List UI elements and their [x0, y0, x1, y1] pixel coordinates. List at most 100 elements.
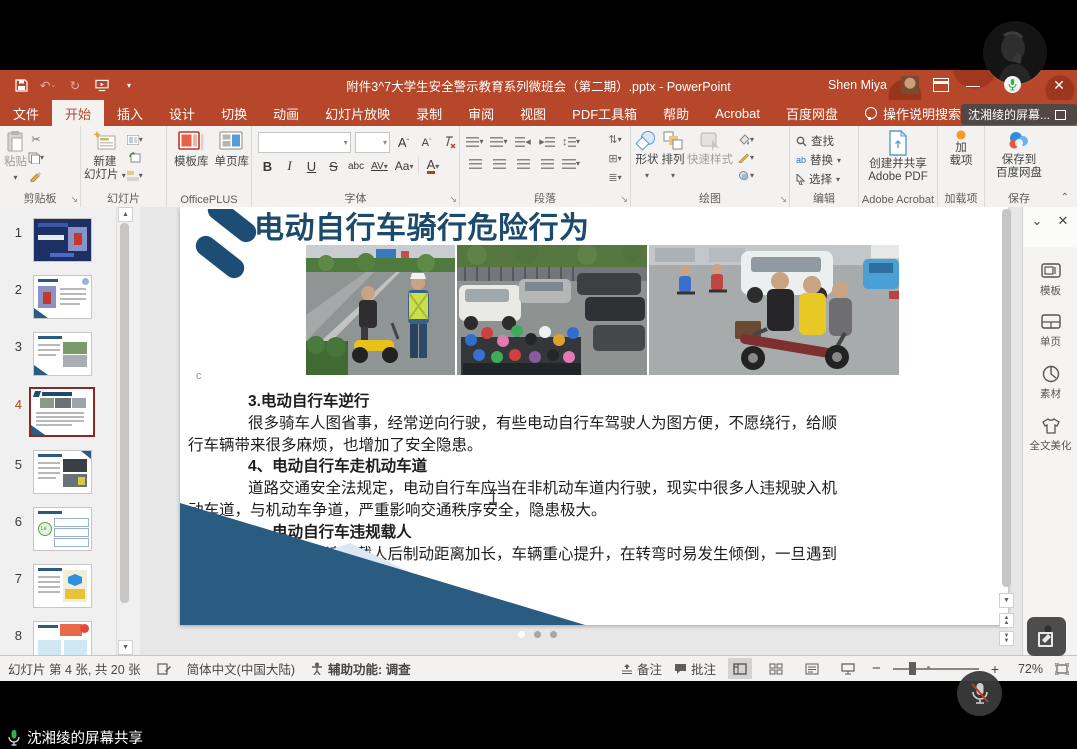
save-icon[interactable] — [14, 78, 28, 92]
tab-acrobat[interactable]: Acrobat — [702, 100, 773, 126]
next-slide-icon[interactable]: ▼▼ — [999, 631, 1014, 646]
section-icon[interactable]: ▾ — [126, 168, 144, 183]
customize-qat-arrow-icon[interactable]: ▾ — [122, 78, 136, 92]
undo-icon[interactable]: ↶⌄ — [41, 78, 55, 92]
bold-button[interactable]: B — [258, 157, 277, 175]
close-button[interactable]: ✕ — [1049, 74, 1069, 96]
redo-icon[interactable]: ↻ — [68, 78, 82, 92]
clear-formatting-button[interactable] — [440, 134, 459, 152]
bullets-icon[interactable]: ▾ — [466, 134, 484, 149]
zoom-out-button[interactable]: − — [872, 660, 881, 677]
shapes-button[interactable]: 形状▾ — [635, 126, 659, 190]
screen-share-pill[interactable]: 沈湘绫的屏幕... — [961, 104, 1077, 125]
slide-layout-icon[interactable]: ▾ — [126, 132, 144, 147]
scroll-up-icon[interactable]: ▲ — [118, 207, 133, 222]
tab-slideshow[interactable]: 幻灯片放映 — [312, 100, 403, 126]
thumbnail-slide-1[interactable] — [33, 218, 92, 262]
find-button[interactable]: 查找 — [796, 133, 858, 149]
account-name[interactable]: Shen Miya — [828, 78, 887, 92]
tab-insert[interactable]: 插入 — [104, 100, 156, 126]
align-center-icon[interactable] — [490, 156, 508, 171]
select-button[interactable]: 选择▾ — [796, 171, 858, 187]
tab-file[interactable]: 文件 — [0, 100, 52, 126]
panel-close-icon[interactable]: ✕ — [1055, 213, 1071, 229]
tab-record[interactable]: 录制 — [403, 100, 455, 126]
create-share-pdf-button[interactable]: 创建并共享Adobe PDF — [859, 126, 937, 190]
underline-button[interactable]: U — [302, 157, 321, 175]
line-spacing-icon[interactable]: ↕▾ — [562, 134, 580, 149]
page-library-button[interactable]: 单页库 — [215, 126, 250, 190]
notes-display-icon[interactable] — [157, 663, 171, 675]
panel-item-beautify[interactable]: 全文美化 — [1023, 417, 1077, 453]
tab-review[interactable]: 审阅 — [455, 100, 507, 126]
page-dot[interactable] — [534, 631, 541, 638]
quick-styles-button[interactable]: 快速样式 — [687, 126, 733, 190]
tab-design[interactable]: 设计 — [156, 100, 208, 126]
new-slide-button[interactable]: 新建幻灯片 ▾ — [84, 126, 126, 190]
slideshow-view-button[interactable] — [836, 658, 860, 679]
align-left-icon[interactable] — [466, 156, 484, 171]
thumbnail-slide-7[interactable] — [33, 564, 92, 608]
normal-view-button[interactable] — [728, 658, 752, 679]
grow-font-button[interactable]: Aˆ — [394, 134, 413, 152]
current-slide[interactable]: 电动自行车骑行危险行为 — [180, 207, 1008, 625]
clipboard-dialog-launcher-icon[interactable]: ↘ — [70, 194, 78, 205]
font-color-button[interactable]: A▾ — [418, 157, 442, 175]
tab-help[interactable]: 帮助 — [650, 100, 702, 126]
text-shadow-button[interactable]: abc — [346, 157, 366, 175]
canvas-scrollbar-thumb[interactable] — [1002, 209, 1011, 587]
annotation-pen-button[interactable] — [1027, 617, 1066, 656]
panel-item-single-page[interactable]: 单页 — [1023, 314, 1077, 349]
save-to-baidu-button[interactable]: 保存到百度网盘 — [985, 126, 1053, 190]
copy-icon[interactable]: ▾ — [27, 150, 45, 165]
panel-item-materials[interactable]: 素材 — [1023, 365, 1077, 401]
italic-button[interactable]: I — [280, 157, 299, 175]
tab-animations[interactable]: 动画 — [260, 100, 312, 126]
canvas-scrollbar[interactable]: ▼ ▲▲ ▼▼ — [998, 207, 1013, 655]
restore-window-icon[interactable] — [1055, 110, 1066, 120]
template-library-button[interactable]: 模板库 — [174, 126, 209, 190]
accessibility-status[interactable]: 辅助功能: 调查 — [311, 659, 411, 678]
minimize-button[interactable]: — — [963, 74, 983, 96]
reset-slide-icon[interactable] — [126, 150, 144, 165]
thumbnail-scrollbar[interactable]: ▲ ▼ — [116, 207, 132, 655]
justify-icon[interactable] — [538, 156, 556, 171]
align-text-icon[interactable]: ⊞▾ — [606, 151, 624, 166]
previous-slide-icon[interactable]: ▲▲ — [999, 613, 1014, 628]
tab-pdf-tools[interactable]: PDF工具箱 — [559, 100, 650, 126]
cut-icon[interactable]: ✂ — [27, 132, 45, 147]
zoom-level[interactable]: 72% — [1011, 662, 1043, 676]
replace-button[interactable]: ab替换▾ — [796, 152, 858, 168]
ribbon-display-options-icon[interactable] — [933, 78, 949, 92]
thumbnail-slide-3[interactable] — [33, 332, 92, 376]
shape-effects-icon[interactable]: ▾ — [737, 168, 755, 183]
tell-me-search[interactable]: 操作说明搜索 — [865, 100, 961, 126]
numbering-icon[interactable]: ▾ — [490, 134, 508, 149]
page-dot[interactable] — [518, 631, 525, 638]
scroll-down-icon[interactable]: ▼ — [999, 593, 1014, 608]
shape-fill-icon[interactable]: ▾ — [737, 132, 755, 147]
tab-home[interactable]: 开始 — [52, 100, 104, 126]
font-size-combobox[interactable]: ▾ — [355, 132, 390, 153]
zoom-slider-thumb[interactable] — [909, 662, 916, 675]
slide-title[interactable]: 电动自行车骑行危险行为 — [254, 207, 590, 247]
page-dot[interactable] — [550, 631, 557, 638]
drawing-dialog-launcher-icon[interactable]: ↘ — [779, 194, 787, 205]
paragraph-dialog-launcher-icon[interactable]: ↘ — [620, 194, 628, 205]
notes-toggle[interactable]: 备注 — [621, 659, 662, 678]
character-spacing-button[interactable]: AV▾ — [369, 157, 390, 175]
mute-toggle-button[interactable] — [957, 671, 1002, 716]
slide-sorter-view-button[interactable] — [764, 658, 788, 679]
font-name-combobox[interactable]: ▾ — [258, 132, 351, 153]
account-avatar[interactable] — [901, 76, 919, 94]
presenter-webcam-bubble[interactable] — [984, 22, 1046, 84]
format-painter-icon[interactable] — [27, 168, 45, 183]
font-dialog-launcher-icon[interactable]: ↘ — [449, 194, 457, 205]
panel-item-templates[interactable]: 模板 — [1023, 263, 1077, 298]
slide-photo-strip[interactable] — [306, 245, 899, 375]
thumbnail-slide-5[interactable] — [33, 450, 92, 494]
shrink-font-button[interactable]: Aˇ — [417, 134, 436, 152]
addins-button[interactable]: 加载项 — [938, 126, 984, 190]
thumbnail-slide-4-selected[interactable] — [29, 387, 95, 437]
thumbnail-slide-6[interactable]: Le — [33, 507, 92, 551]
